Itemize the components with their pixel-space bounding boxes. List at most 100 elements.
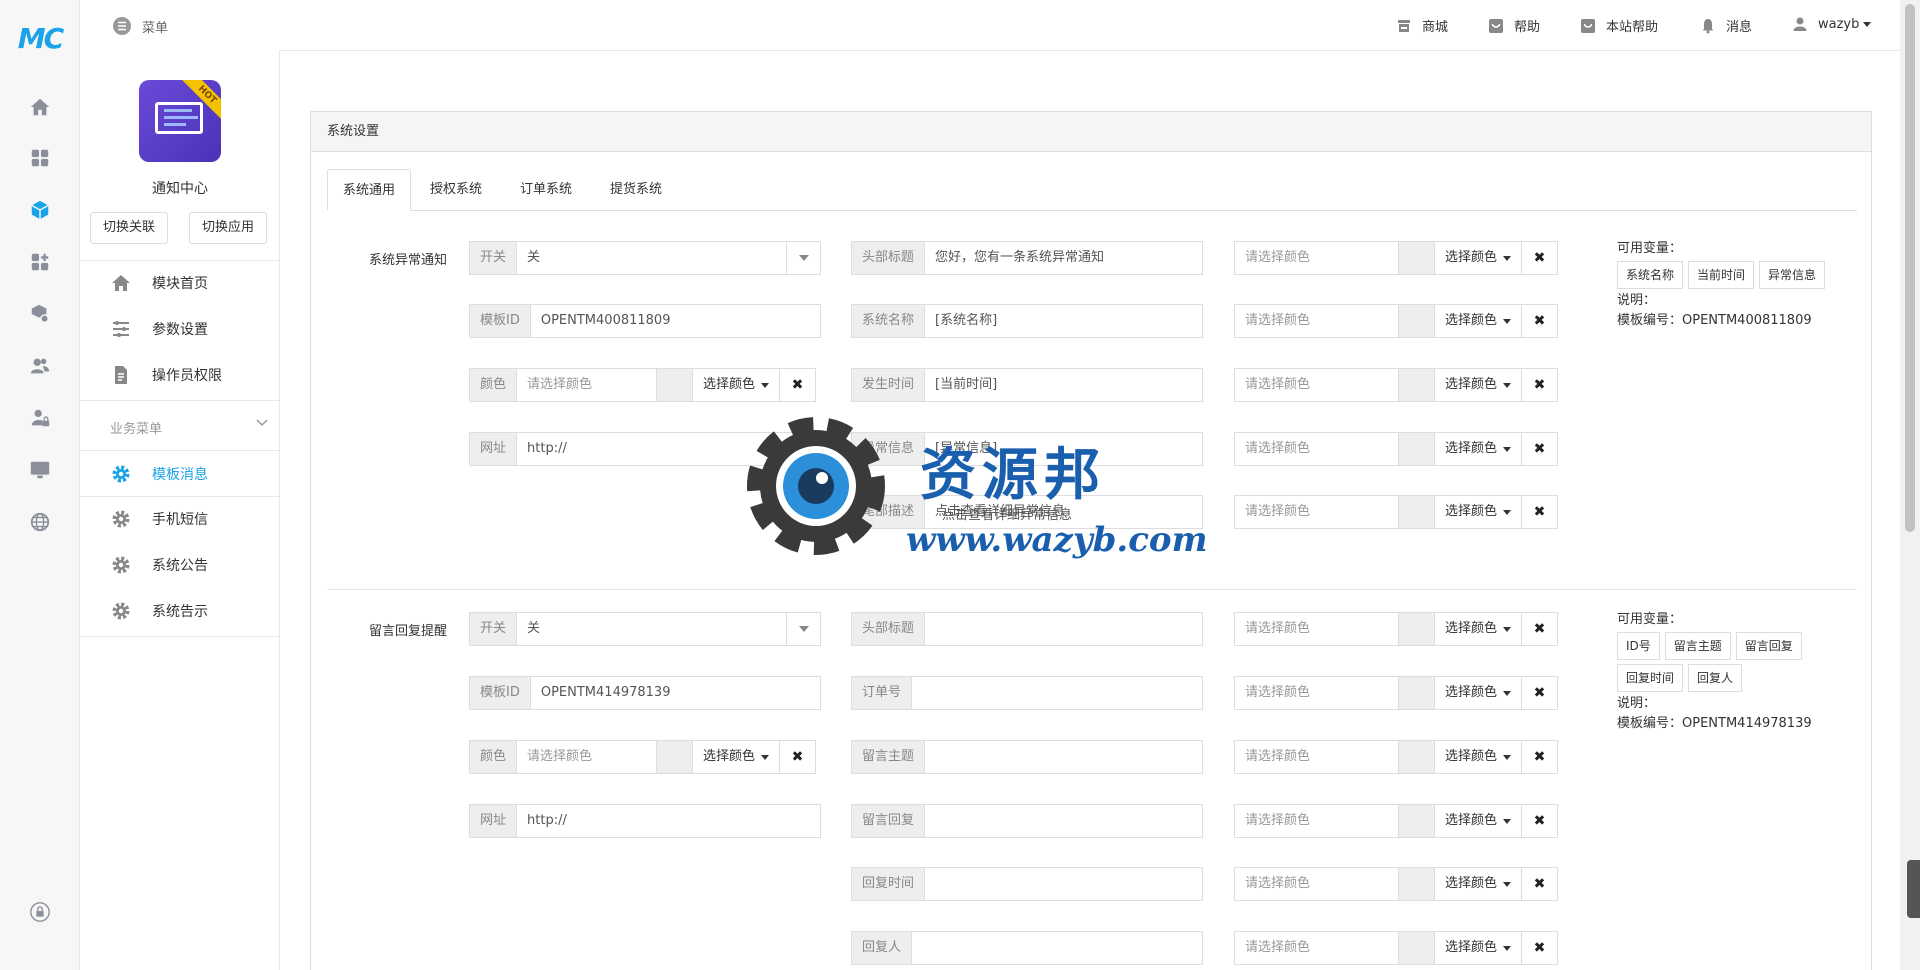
- apps-add-icon[interactable]: [28, 250, 52, 274]
- pick-color-button[interactable]: 选择颜色: [1433, 369, 1521, 401]
- user-lock-icon[interactable]: [28, 406, 52, 430]
- template-id-field[interactable]: 模板ID OPENTM414978139: [469, 676, 821, 710]
- color-picker[interactable]: 请选择颜色 选择颜色 ✖: [1234, 804, 1558, 838]
- field-value[interactable]: [当前时间]: [925, 369, 1202, 401]
- pick-color-button[interactable]: 选择颜色: [691, 369, 779, 401]
- clear-color-button[interactable]: ✖: [779, 741, 815, 773]
- variable-chip[interactable]: 留言回复: [1735, 632, 1802, 660]
- clear-color-button[interactable]: ✖: [1521, 242, 1557, 274]
- color-picker[interactable]: 请选择颜色 选择颜色 ✖: [1234, 432, 1558, 466]
- pick-color-button[interactable]: 选择颜色: [1433, 741, 1521, 773]
- clear-color-button[interactable]: ✖: [1521, 677, 1557, 709]
- sidebar-item-sms[interactable]: 手机短信: [80, 497, 280, 541]
- pick-color-button[interactable]: 选择颜色: [1433, 868, 1521, 900]
- field-message-reply[interactable]: 留言回复: [851, 804, 1203, 838]
- variable-chip[interactable]: 留言主题: [1664, 632, 1731, 660]
- field-value[interactable]: [912, 932, 1202, 964]
- nav-store[interactable]: 商城: [1396, 16, 1448, 35]
- color-picker[interactable]: 请选择颜色 选择颜色 ✖: [1234, 740, 1558, 774]
- tab-order[interactable]: 订单系统: [505, 169, 587, 211]
- field-system-name[interactable]: 系统名称 [系统名称]: [851, 304, 1203, 338]
- pick-color-button[interactable]: 选择颜色: [1433, 932, 1521, 964]
- field-value[interactable]: [912, 677, 1202, 709]
- scrollbar-thumb[interactable]: [1905, 4, 1915, 532]
- variable-chip[interactable]: 当前时间: [1688, 261, 1755, 289]
- clear-color-button[interactable]: ✖: [1521, 741, 1557, 773]
- pick-color-button[interactable]: 选择颜色: [1433, 805, 1521, 837]
- field-value[interactable]: [925, 741, 1202, 773]
- field-value[interactable]: [系统名称]: [925, 305, 1202, 337]
- color-picker[interactable]: 请选择颜色 选择颜色 ✖: [1234, 867, 1558, 901]
- color-input[interactable]: 请选择颜色: [517, 741, 656, 773]
- monitor-icon[interactable]: [28, 458, 52, 482]
- switch-related-button[interactable]: 切换关联: [90, 212, 169, 244]
- field-value[interactable]: 您好，您有一条系统异常通知: [925, 242, 1202, 274]
- sidebar-item-template-msg[interactable]: 模板消息: [80, 452, 280, 496]
- app-logo[interactable]: MC: [0, 22, 80, 55]
- grid-icon[interactable]: [28, 146, 52, 170]
- switch-app-button[interactable]: 切换应用: [189, 212, 268, 244]
- nav-help[interactable]: 帮助: [1488, 16, 1540, 35]
- pick-color-button[interactable]: 选择颜色: [1433, 496, 1521, 528]
- clear-color-button[interactable]: ✖: [1521, 305, 1557, 337]
- clear-color-button[interactable]: ✖: [1521, 369, 1557, 401]
- users-icon[interactable]: [28, 354, 52, 378]
- field-occur-time[interactable]: 发生时间 [当前时间]: [851, 368, 1203, 402]
- user-menu[interactable]: wazyb: [1792, 16, 1872, 32]
- home-icon[interactable]: [28, 95, 52, 119]
- switch-select[interactable]: 开关 关: [469, 241, 821, 275]
- variable-chip[interactable]: 异常信息: [1759, 261, 1826, 289]
- field-value[interactable]: [925, 805, 1202, 837]
- clear-color-button[interactable]: ✖: [1521, 805, 1557, 837]
- color-field[interactable]: 颜色 请选择颜色 选择颜色 ✖: [469, 740, 816, 774]
- color-picker[interactable]: 请选择颜色 选择颜色 ✖: [1234, 612, 1558, 646]
- pick-color-button[interactable]: 选择颜色: [1433, 305, 1521, 337]
- pick-color-button[interactable]: 选择颜色: [691, 741, 779, 773]
- switch-select[interactable]: 开关 关: [469, 612, 821, 646]
- pick-color-button[interactable]: 选择颜色: [1433, 613, 1521, 645]
- cube-icon[interactable]: [28, 198, 52, 222]
- color-picker[interactable]: 请选择颜色 选择颜色 ✖: [1234, 304, 1558, 338]
- clear-color-button[interactable]: ✖: [779, 369, 815, 401]
- color-input[interactable]: 请选择颜色: [517, 369, 656, 401]
- field-header-title[interactable]: 头部标题: [851, 612, 1203, 646]
- clear-color-button[interactable]: ✖: [1521, 868, 1557, 900]
- field-value[interactable]: [925, 868, 1202, 900]
- sidebar-item-notice[interactable]: 系统告示: [80, 589, 280, 633]
- clear-color-button[interactable]: ✖: [1521, 496, 1557, 528]
- globe-icon[interactable]: [28, 510, 52, 534]
- color-picker[interactable]: 请选择颜色 选择颜色 ✖: [1234, 368, 1558, 402]
- pick-color-button[interactable]: 选择颜色: [1433, 433, 1521, 465]
- nav-site-help[interactable]: 本站帮助: [1580, 16, 1658, 35]
- tab-general[interactable]: 系统通用: [327, 169, 412, 211]
- color-picker[interactable]: 请选择颜色 选择颜色 ✖: [1234, 931, 1558, 965]
- template-id-field[interactable]: 模板ID OPENTM400811809: [469, 304, 821, 338]
- menu-toggle[interactable]: 菜单: [112, 16, 168, 36]
- sidebar-item-announcement[interactable]: 系统公告: [80, 543, 280, 587]
- sidebar-item-module-home[interactable]: 模块首页: [80, 261, 280, 305]
- page-scrollbar[interactable]: [1900, 0, 1920, 970]
- variable-chip[interactable]: ID号: [1617, 632, 1660, 660]
- sidebar-item-operator-perms[interactable]: 操作员权限: [80, 353, 280, 397]
- clear-color-button[interactable]: ✖: [1521, 433, 1557, 465]
- clear-color-button[interactable]: ✖: [1521, 932, 1557, 964]
- field-replier[interactable]: 回复人: [851, 931, 1203, 965]
- field-order-no[interactable]: 订单号: [851, 676, 1203, 710]
- tab-license[interactable]: 授权系统: [415, 169, 497, 211]
- field-value[interactable]: [925, 613, 1202, 645]
- color-field[interactable]: 颜色 请选择颜色 选择颜色 ✖: [469, 368, 816, 402]
- field-reply-time[interactable]: 回复时间: [851, 867, 1203, 901]
- package-settings-icon[interactable]: [28, 302, 52, 326]
- color-picker[interactable]: 请选择颜色 选择颜色 ✖: [1234, 241, 1558, 275]
- chevron-down-icon[interactable]: [255, 416, 269, 430]
- field-message-topic[interactable]: 留言主题: [851, 740, 1203, 774]
- color-picker[interactable]: 请选择颜色 选择颜色 ✖: [1234, 495, 1558, 529]
- sidebar-item-params[interactable]: 参数设置: [80, 307, 280, 351]
- lock-icon[interactable]: [28, 900, 52, 924]
- nav-messages[interactable]: 消息: [1700, 16, 1752, 35]
- color-picker[interactable]: 请选择颜色 选择颜色 ✖: [1234, 676, 1558, 710]
- clear-color-button[interactable]: ✖: [1521, 613, 1557, 645]
- pick-color-button[interactable]: 选择颜色: [1433, 677, 1521, 709]
- pick-color-button[interactable]: 选择颜色: [1433, 242, 1521, 274]
- url-field[interactable]: 网址 http://: [469, 804, 821, 838]
